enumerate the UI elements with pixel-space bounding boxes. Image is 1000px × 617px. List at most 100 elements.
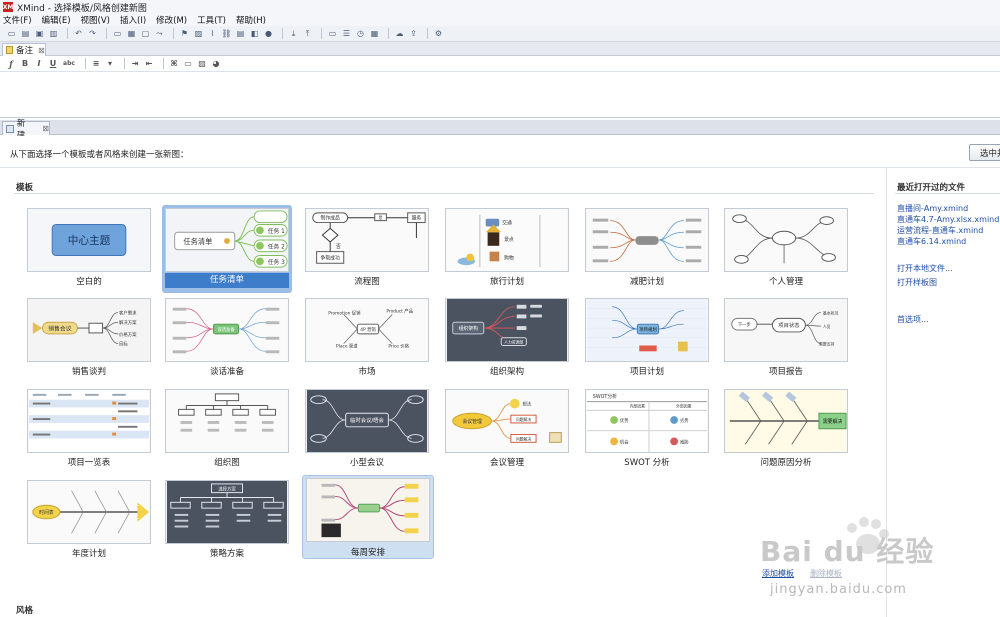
undo-icon[interactable]: ↶ [73,28,84,39]
template-tile-annual-plan[interactable]: 时间表 年度计划 [24,477,154,565]
template-tile-marketing[interactable]: 4P 营销 Promotion 促销 Product 产品 Place 渠道 P… [302,295,432,383]
template-tile-task-list[interactable]: 任务清单 任务 1 任务 2 任务 3 任务清单 [162,205,292,293]
color-icon[interactable]: ◕ [211,59,221,69]
drill-up-icon[interactable]: ⤒ [302,28,313,39]
template-tile-meeting-management[interactable]: 会议管理 想法 问题解决 问题解决 会议管理 [442,386,572,474]
clock-icon[interactable]: ◷ [355,28,366,39]
template-tile-weekly-schedule[interactable]: 每周安排 [302,475,434,559]
template-label: 旅行计划 [489,277,524,287]
hyperlink-icon[interactable]: ⛓ [221,28,232,39]
template-tile-diet-plan[interactable]: 减肥计划 [582,205,712,293]
svg-text:项目状态: 项目状态 [778,321,800,329]
recent-file-link[interactable]: 直通车4.7-Amy.xlsx.xmind [897,214,999,225]
menu-tools[interactable]: 工具(T) [197,14,226,26]
bold-icon[interactable]: B [20,59,30,69]
template-label: 会议管理 [489,458,524,468]
recent-file-link[interactable]: 运营流程-直通车.xmind [897,225,983,236]
template-tile-personal-management[interactable]: 个人管理 [721,205,851,293]
center-topic-text: 中心主题 [68,234,111,247]
template-tile-org-structure[interactable]: 组织架构 人力资源部 组织架构 [442,295,572,383]
cloud-icon[interactable]: ☁ [394,28,405,39]
svg-text:基本状况: 基本状况 [823,311,839,316]
template-thumbnail: 交通 景点 购物 [445,208,569,272]
layout-icon[interactable]: ▦ [369,28,380,39]
drill-down-icon[interactable]: ⤓ [288,28,299,39]
note-icon[interactable]: ▤ [235,28,246,39]
open-local-file-link[interactable]: 打开本地文件... [897,263,953,274]
template-tile-flowchart[interactable]: 制作成品 服务 争取成功 是 否 流程图 [302,205,432,293]
create-selected-button[interactable]: 选中并 [969,144,1000,161]
template-tile-project-overview[interactable]: 项目一览表 [24,386,154,474]
align-icon[interactable]: ≡ [91,59,101,69]
topic-icon[interactable]: ▭ [112,28,123,39]
template-thumbnail: 临时会议/晤会 [305,389,429,453]
template-tile-project-report[interactable]: 项目状态 下一步 基本状况 人员 需要支持 项目报告 [721,295,851,383]
redo-icon[interactable]: ↷ [87,28,98,39]
chevron-down-icon[interactable]: ▾ [105,59,115,69]
preferences-link[interactable]: 首选项... [897,314,929,325]
notes-editor[interactable] [0,72,1000,118]
marker-icon[interactable]: ● [263,28,274,39]
template-tile-blank[interactable]: 中心主题 空白的 [24,205,154,293]
flag-icon[interactable]: ⚑ [179,28,190,39]
strikethrough-icon[interactable]: abc [62,59,76,69]
template-tile-swot-analysis[interactable]: SWOT分析 内部因素 外部因素 优势 劣势 机会 威胁 SWOT 分析 [582,386,712,474]
template-tile-sales-negotiation[interactable]: 销售会议 客户需求 解决方案 价格方案 目标 销售谈判 [24,295,154,383]
tab-notes[interactable]: 备注 ⊠ [2,43,46,56]
menu-file[interactable]: 文件(F) [3,14,32,26]
menu-modify[interactable]: 修改(M) [156,14,187,26]
subtopic-icon[interactable]: ▦ [126,28,137,39]
open-folder-icon[interactable]: ▤ [20,28,31,39]
menu-view[interactable]: 视图(V) [81,14,110,26]
svg-text:是: 是 [379,215,383,220]
menu-edit[interactable]: 编辑(E) [42,14,71,26]
template-thumbnail [165,389,289,453]
clear-format-icon[interactable]: ▭ [183,59,193,69]
print-icon[interactable]: ▥ [48,28,59,39]
menu-help[interactable]: 帮助(H) [236,14,266,26]
format-painter-icon[interactable]: ⌘ [169,59,179,69]
menu-insert[interactable]: 插入(I) [120,14,146,26]
share-icon[interactable]: ⇪ [408,28,419,39]
template-tile-small-meeting[interactable]: 临时会议/晤会 小型会议 [302,386,432,474]
relationship-icon[interactable]: ⤳ [154,28,165,39]
font-icon[interactable]: ƒ [6,59,16,69]
svg-text:组织架构: 组织架构 [459,325,478,332]
indent-icon[interactable]: ⇥ [130,59,140,69]
template-tile-problem-cause-analysis[interactable]: 需要解决 问题原因分析 [721,386,851,474]
svg-text:购物: 购物 [504,254,514,261]
template-label: 年度计划 [71,549,106,559]
image-icon[interactable]: ▨ [193,28,204,39]
svg-text:争取成功: 争取成功 [321,254,340,261]
main-toolbar: ▭ ▤ ▣ ▥ ↶ ↷ ▭ ▦ ▢ ⤳ ⚑ ▨ ⌇ ⛓ ▤ ◧ ● ⤓ ⤒ ▭ … [0,26,1000,42]
attachment-icon[interactable]: ⌇ [207,28,218,39]
template-thumbnail: 时间表 [27,480,151,544]
insert-image-icon[interactable]: ▨ [197,59,207,69]
template-thumbnail [306,478,430,542]
template-tile-strategy-plan[interactable]: 选择方案 策略方案 [162,477,292,565]
template-tile-travel-plan[interactable]: 交通 景点 购物 旅行计划 [442,205,572,293]
boundary-icon[interactable]: ▢ [140,28,151,39]
close-icon[interactable]: ⊠ [38,46,45,55]
svg-text:外部因素: 外部因素 [676,403,692,408]
template-tile-talk-preparation[interactable]: 谈话准备 谈话准备 [162,295,292,383]
open-sample-map-link[interactable]: 打开样板图 [897,277,937,288]
recent-file-link[interactable]: 直通车6.14.xmind [897,236,966,247]
underline-icon[interactable]: U [48,59,58,69]
tab-new[interactable]: 新建... ⊠ [2,119,50,141]
outline-icon[interactable]: ☰ [341,28,352,39]
save-icon[interactable]: ▣ [34,28,45,39]
svg-text:Place 渠道: Place 渠道 [336,342,358,349]
new-file-icon[interactable]: ▭ [6,28,17,39]
label-icon[interactable]: ◧ [249,28,260,39]
template-tile-project-plan[interactable]: 项目规划 项目计划 [582,295,712,383]
presentation-icon[interactable]: ▭ [327,28,338,39]
toolbar-divider [173,28,174,39]
template-tile-org-chart[interactable]: 组织图 [162,386,292,474]
gear-icon[interactable]: ⚙ [433,28,444,39]
close-icon[interactable]: ⊠ [42,124,49,133]
outdent-icon[interactable]: ⇤ [144,59,154,69]
italic-icon[interactable]: I [34,59,44,69]
recent-file-link[interactable]: 直播间-Amy.xmind [897,203,968,214]
svg-text:景点: 景点 [504,237,514,243]
